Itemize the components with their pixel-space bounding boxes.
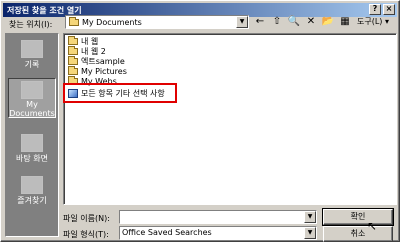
folder-icon: [68, 55, 78, 65]
chevron-down-icon[interactable]: ▼: [304, 227, 316, 239]
place-label: 바탕 화면: [16, 154, 48, 163]
file-name-field[interactable]: ▼: [119, 210, 317, 224]
place-desktop[interactable]: 바탕 화면: [8, 132, 56, 172]
views-icon[interactable]: ▦: [338, 15, 352, 29]
places-bar: 기록 My Documents 바탕 화면 즐겨찾기: [5, 33, 59, 237]
file-type-select[interactable]: Office Saved Searches ▼: [119, 226, 317, 240]
list-item[interactable]: 내 웹: [68, 35, 98, 46]
toolbar: ← ⇧ 🔍 ✕ 📂 ▦ 도구(L) ▾: [253, 15, 391, 29]
place-label: 기록: [24, 60, 40, 69]
my-documents-icon: [21, 81, 43, 99]
cancel-button[interactable]: 취소: [323, 226, 393, 242]
help-button[interactable]: ?: [369, 4, 381, 15]
file-type-value: Office Saved Searches: [122, 228, 212, 237]
history-icon: [21, 40, 43, 58]
file-name: My Pictures: [81, 66, 127, 76]
mouse-cursor-icon: ↖: [367, 219, 378, 233]
delete-icon[interactable]: ✕: [304, 15, 318, 29]
look-in-value: My Documents: [82, 17, 142, 27]
folder-icon: [68, 45, 78, 55]
tools-menu-button[interactable]: 도구(L) ▾: [355, 15, 391, 29]
folder-icon: [69, 16, 79, 26]
desktop-icon: [21, 134, 43, 152]
window-title: 저장된 찾을 조건 열기: [7, 5, 82, 15]
folder-icon: [68, 65, 78, 75]
place-label: My Documents: [9, 100, 55, 118]
place-label: 즐겨찾기: [17, 196, 47, 205]
search-web-icon[interactable]: 🔍: [287, 15, 301, 29]
up-folder-icon[interactable]: ⇧: [270, 15, 284, 29]
look-in-dropdown[interactable]: My Documents ▼: [65, 15, 249, 29]
file-list[interactable]: 내 웹 내 웹 2 엑트sample My Pictures My Webs 모…: [63, 33, 397, 205]
list-item[interactable]: 엑트sample: [68, 55, 125, 66]
close-button[interactable]: ×: [383, 4, 395, 15]
back-arrow-icon[interactable]: ←: [253, 15, 267, 29]
place-favorites[interactable]: 즐겨찾기: [8, 174, 56, 214]
list-item[interactable]: My Pictures: [68, 65, 127, 76]
folder-icon: [68, 35, 78, 45]
place-history[interactable]: 기록: [8, 38, 56, 78]
selection-highlight: [63, 83, 177, 103]
list-item[interactable]: 내 웹 2: [68, 45, 106, 56]
chevron-down-icon[interactable]: ▼: [304, 211, 316, 223]
file-type-label: 파일 형식(T):: [63, 230, 109, 239]
file-name-label: 파일 이름(N):: [63, 214, 110, 223]
chevron-down-icon[interactable]: ▼: [236, 16, 248, 28]
look-in-label: 찾는 위치(I):: [9, 20, 53, 29]
place-my-documents[interactable]: My Documents: [8, 78, 56, 118]
new-folder-icon[interactable]: 📂: [321, 15, 335, 29]
open-button[interactable]: 확인: [322, 208, 394, 226]
open-saved-search-dialog: 저장된 찾을 조건 열기 ? × 찾는 위치(I): My Documents …: [0, 0, 400, 242]
file-name: 엑트sample: [81, 56, 125, 66]
favorites-icon: [21, 176, 43, 194]
